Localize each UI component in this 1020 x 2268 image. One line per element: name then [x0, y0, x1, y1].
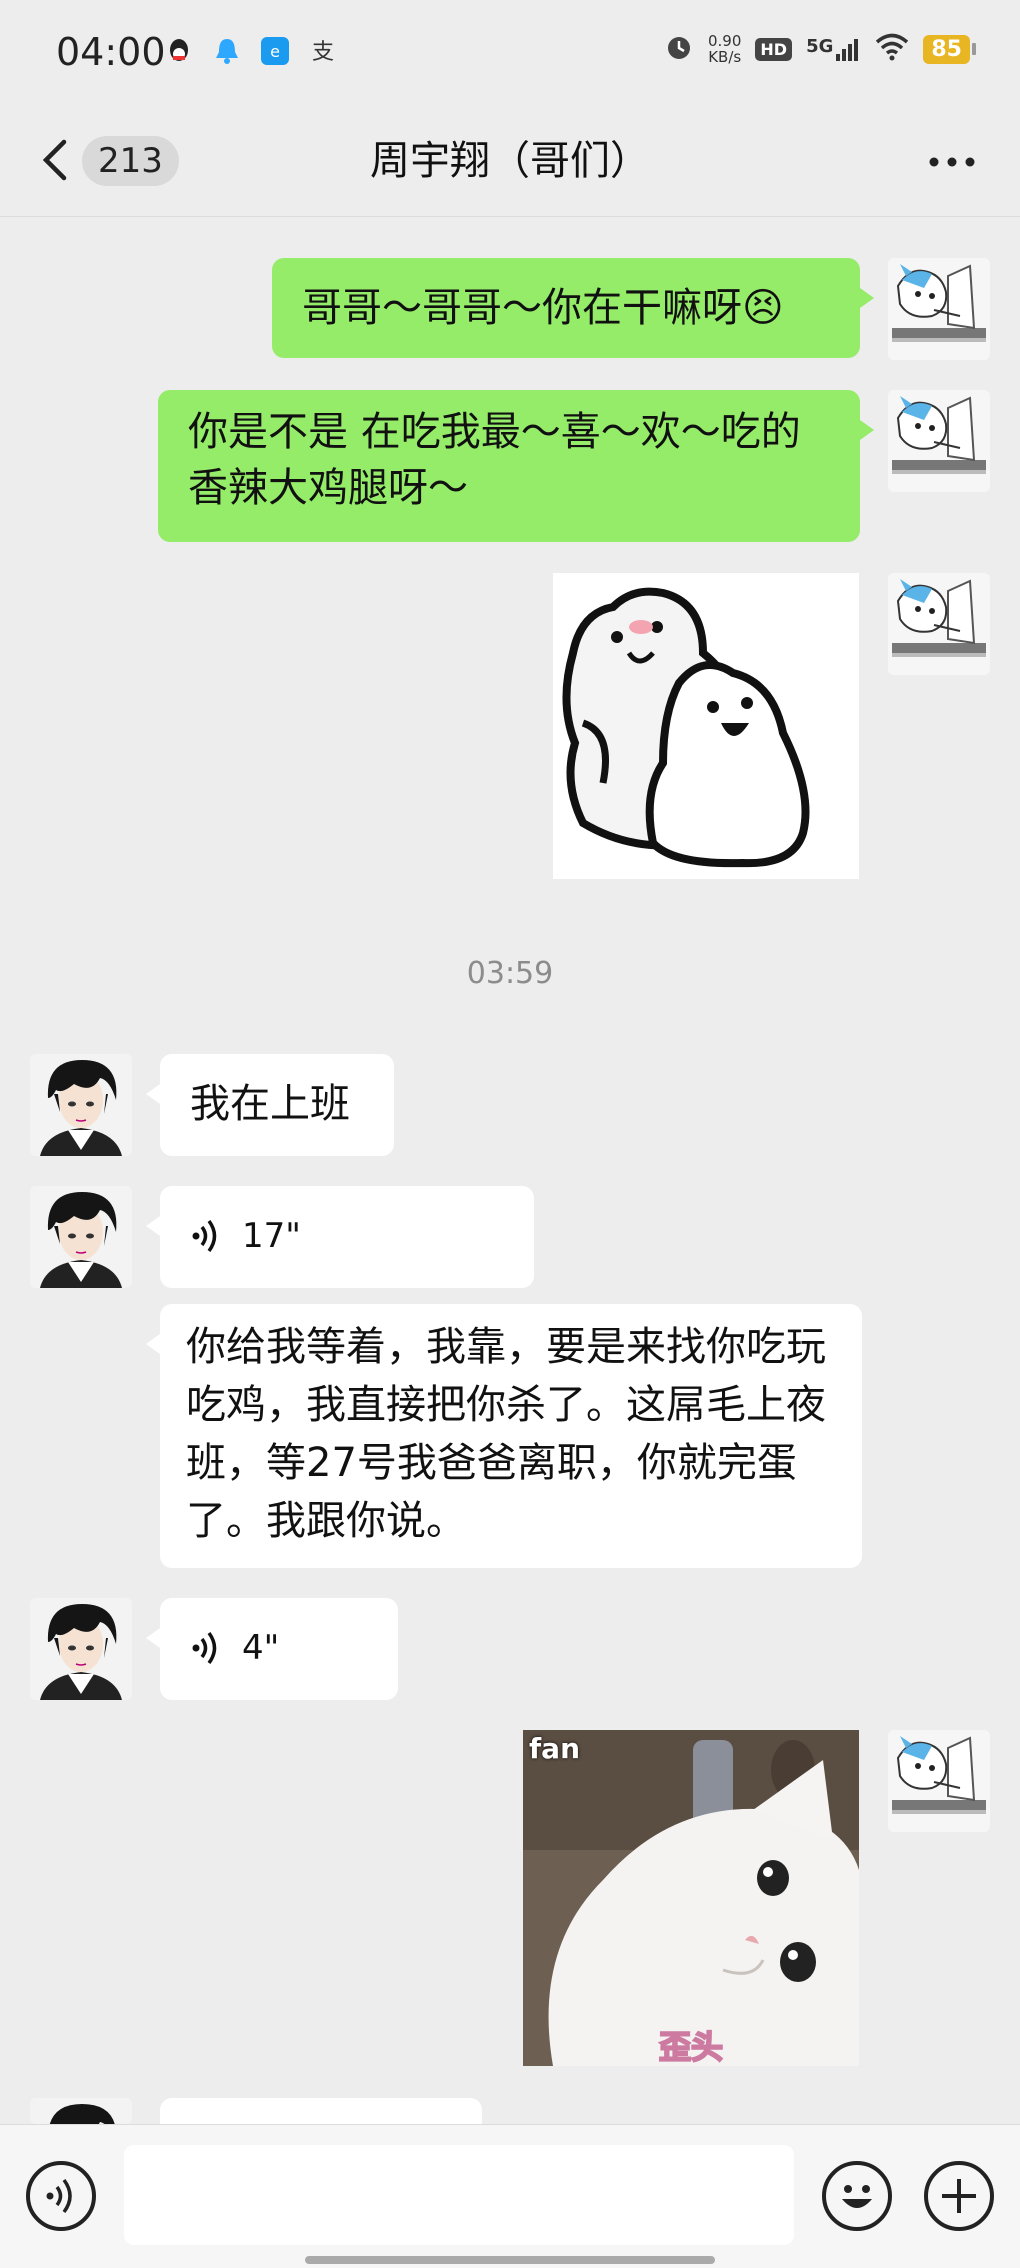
contact-avatar[interactable]	[30, 1054, 132, 1156]
voice-duration: 17"	[242, 1216, 301, 1256]
battery-level: 85	[923, 34, 970, 64]
transcription-bubble[interactable]: 你给我等着，我靠，要是来找你吃玩吃鸡，我直接把你杀了。这屌毛上夜班，等27号我爸…	[146, 1304, 862, 1568]
my-avatar[interactable]	[888, 1730, 990, 1832]
hd-badge: HD	[755, 37, 793, 61]
network-type: 5G	[806, 36, 834, 57]
my-avatar[interactable]	[888, 573, 990, 675]
message-text: 我在上班	[190, 1081, 350, 1127]
chat-title: 周宇翔（哥们）	[370, 138, 650, 184]
message-timestamp: 03:59	[466, 956, 554, 991]
voice-duration: 4"	[242, 1628, 280, 1668]
voice-wave-icon	[192, 1219, 217, 1253]
status-bar: 04:00 e 支 0.90 KB/s HD 5G 85	[0, 0, 1020, 110]
message-bubble-received[interactable]: 我在上班	[146, 1054, 394, 1156]
more-dots-icon	[929, 157, 975, 167]
voice-input-button[interactable]	[26, 2161, 96, 2231]
contact-avatar[interactable]	[30, 1598, 132, 1700]
wifi-icon	[875, 33, 909, 65]
voice-wave-icon	[192, 1631, 217, 1665]
alarm-icon	[664, 32, 694, 66]
emoji-button[interactable]	[822, 2161, 892, 2231]
cats-sticker-illustration	[562, 587, 810, 868]
message-text: 哥哥～哥哥～你在干嘛呀😣	[302, 285, 784, 331]
voice-message-bubble[interactable]: 4"	[146, 1598, 398, 1700]
speed-unit: KB/s	[708, 48, 742, 66]
alipay-icon: 支	[306, 34, 340, 68]
my-avatar[interactable]	[888, 390, 990, 492]
sticker-caption: 歪头	[658, 2027, 724, 2066]
qq-icon	[162, 34, 196, 68]
more-button[interactable]	[922, 142, 982, 182]
contact-avatar[interactable]	[30, 2098, 132, 2124]
speed-value: 0.90	[707, 32, 742, 50]
input-toolbar	[0, 2124, 1020, 2268]
white-cat-illustration	[523, 1730, 859, 2066]
message-bubble-received[interactable]	[160, 2098, 482, 2124]
status-time: 04:00	[56, 30, 166, 74]
sticker-image[interactable]	[553, 573, 859, 879]
battery-icon: 85	[923, 34, 976, 64]
my-avatar[interactable]	[888, 258, 990, 360]
smiley-icon	[842, 2185, 872, 2208]
bell-icon	[210, 34, 244, 68]
cat-photo-sticker[interactable]: fan 歪头	[523, 1730, 859, 2066]
signal-icon: 5G	[806, 36, 861, 62]
svg-text:支: 支	[312, 40, 334, 65]
message-bubble-sent[interactable]: 哥哥～哥哥～你在干嘛呀😣	[272, 258, 874, 358]
voice-message-bubble[interactable]: 17"	[146, 1186, 534, 1288]
message-bubble-sent[interactable]: 你是不是 在吃我最～喜～欢～吃的香辣大鸡腿呀～	[158, 390, 874, 542]
plus-icon	[942, 2179, 976, 2213]
svg-text:e: e	[270, 42, 280, 61]
message-text: 你给我等着，我靠，要是来找你吃玩吃鸡，我直接把你杀了。这屌毛上夜班，等27号我爸…	[186, 1324, 826, 1544]
browser-icon: e	[258, 34, 292, 68]
notification-icons: e 支	[162, 34, 340, 68]
more-functions-button[interactable]	[924, 2161, 994, 2231]
message-text: 你是不是 在吃我最～喜～欢～吃的香辣大鸡腿呀～	[188, 409, 801, 511]
sticker-watermark: fan	[529, 1732, 581, 1765]
network-speed: 0.90 KB/s	[708, 33, 741, 65]
chat-header: 213 周宇翔（哥们）	[0, 110, 1020, 217]
message-input[interactable]	[124, 2145, 794, 2245]
voice-icon	[46, 2178, 72, 2214]
contact-avatar[interactable]	[30, 1186, 132, 1288]
home-indicator[interactable]	[305, 2256, 715, 2264]
